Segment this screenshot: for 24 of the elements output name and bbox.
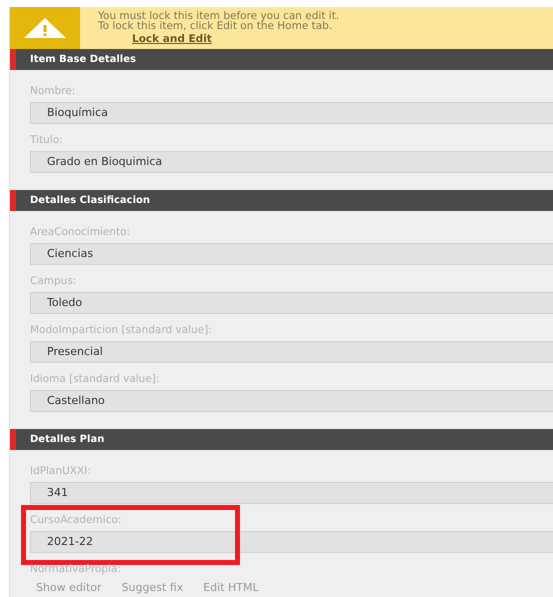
warning-message: To lock this item, click Edit on the Home tab. <box>98 21 334 31</box>
field-label: Campus: <box>30 274 76 288</box>
input-field[interactable]: Bioquímica <box>30 102 553 124</box>
section-header: Detalles Clasificacion <box>10 190 553 211</box>
input-field[interactable]: Ciencias <box>30 243 553 265</box>
section-header: Item Base Detalles <box>10 49 553 70</box>
field-label: AreaConocimiento: <box>30 225 130 239</box>
input-field[interactable]: 2021-22 <box>30 531 553 553</box>
field-label: Nombre: <box>30 84 76 98</box>
field-label: Idioma [standard value]: <box>30 372 160 386</box>
field-label: CursoAcademico: <box>30 513 122 527</box>
input-field[interactable]: Castellano <box>30 390 553 412</box>
field-label: ModoImparticion [standard value]: <box>30 323 212 337</box>
field-label: IdPlanUXXI: <box>30 464 91 478</box>
lock-and-edit-link[interactable]: Lock and Edit <box>132 34 212 44</box>
section-header: Detalles Plan <box>10 429 553 450</box>
field-label: Titulo: <box>30 133 63 147</box>
warning-icon <box>23 17 67 39</box>
field-label: NormativaPropia: <box>30 562 121 576</box>
input-field[interactable]: Grado en Bioquimica <box>30 151 553 173</box>
warning-message: You must lock this item before you can edit it. <box>98 11 340 21</box>
input-field[interactable]: 341 <box>30 482 553 504</box>
input-field[interactable]: Presencial <box>30 341 553 363</box>
input-field[interactable]: Toledo <box>30 292 553 314</box>
